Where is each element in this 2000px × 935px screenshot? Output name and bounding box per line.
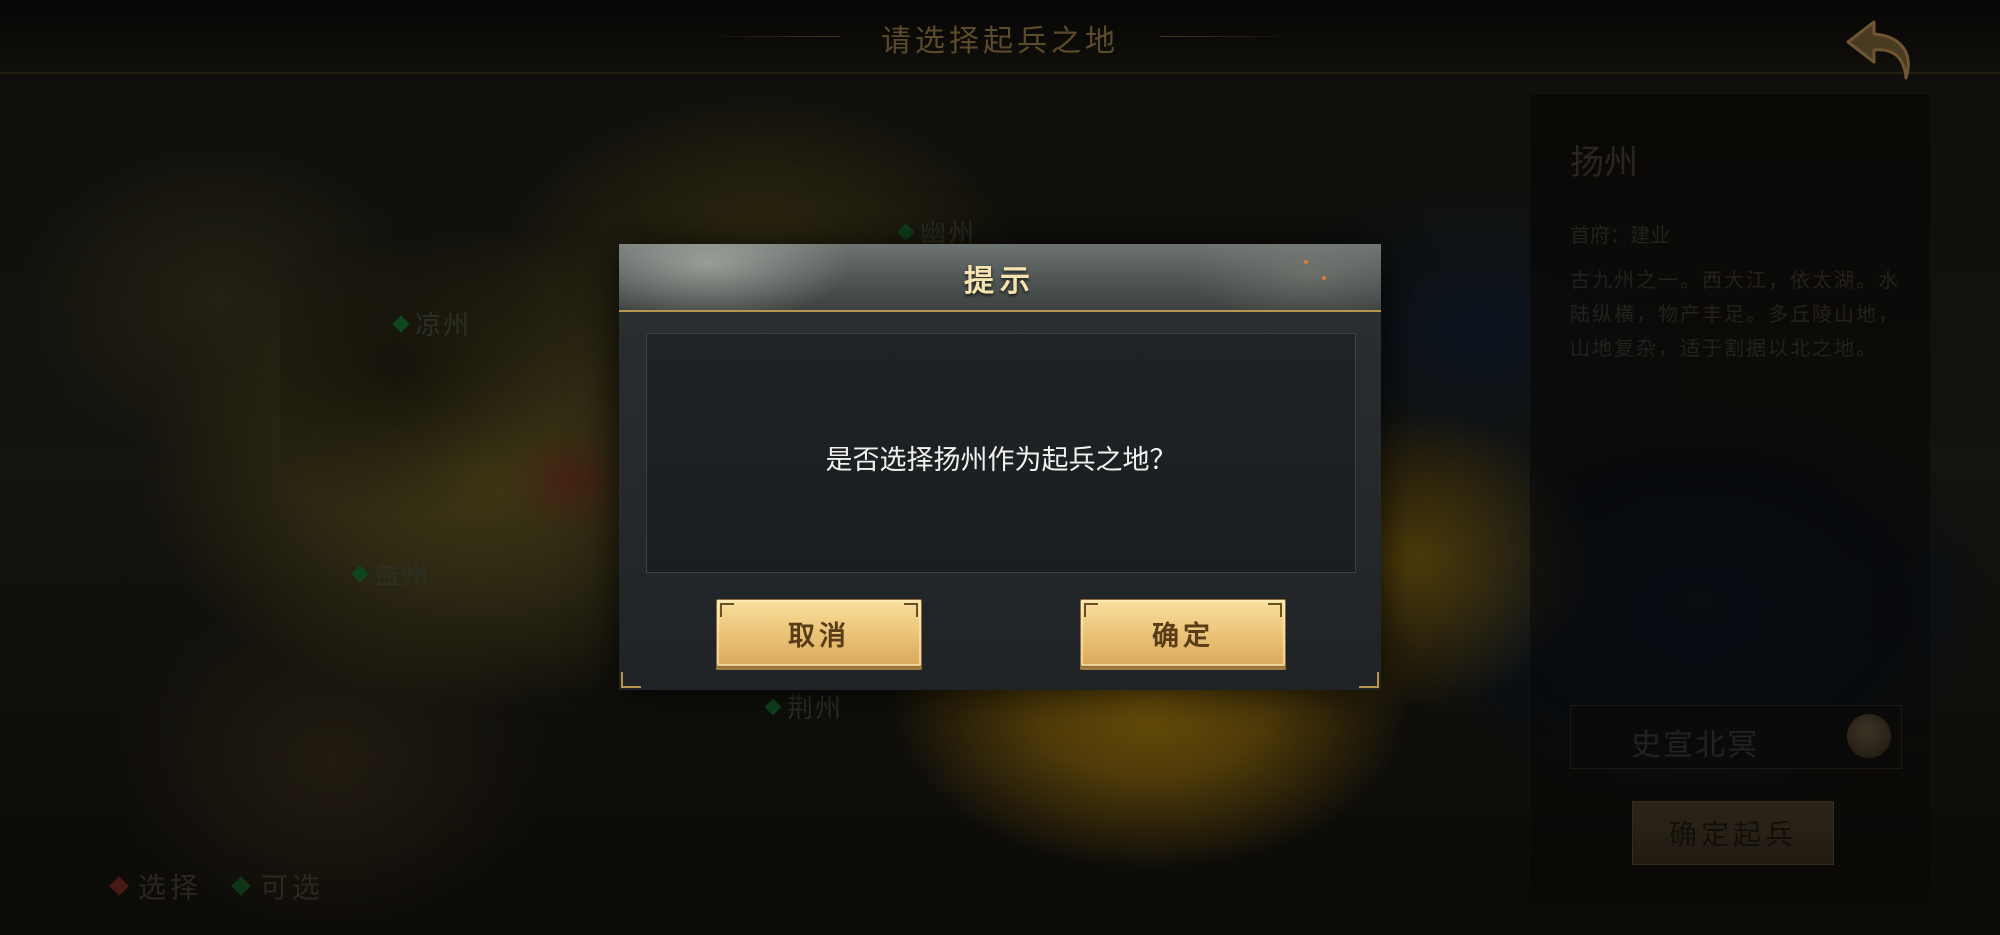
- back-arrow-icon[interactable]: [1834, 12, 1924, 92]
- top-bar: 请选择起兵之地: [0, 0, 2000, 80]
- dialog-corner-ornament: [1359, 672, 1379, 688]
- cancel-button[interactable]: 取消: [716, 599, 922, 667]
- game-screen: 幽州 凉州 益州 荆州 扬州 首府：建业 古九州之一。西大江，依太湖。水陆纵横，…: [0, 0, 2000, 935]
- confirm-button[interactable]: 确定: [1080, 599, 1286, 667]
- cancel-button-label: 取消: [788, 620, 850, 652]
- title-divider-left: [700, 36, 840, 37]
- dialog-body: 是否选择扬州作为起兵之地？: [646, 333, 1356, 573]
- dialog-header: 提示: [619, 244, 1381, 312]
- button-corner-ornament: [1084, 603, 1098, 617]
- page-title: 请选择起兵之地: [881, 24, 1119, 59]
- confirm-button-label: 确定: [1152, 620, 1214, 652]
- button-corner-ornament: [904, 603, 918, 617]
- button-corner-ornament: [1268, 603, 1282, 617]
- dialog-title: 提示: [964, 264, 1036, 299]
- ember-particle: [1322, 276, 1326, 280]
- dialog-message: 是否选择扬州作为起兵之地？: [825, 445, 1177, 476]
- button-corner-ornament: [720, 603, 734, 617]
- confirm-dialog: 提示 是否选择扬州作为起兵之地？ 取消 确定: [619, 244, 1381, 690]
- dialog-corner-ornament: [621, 672, 641, 688]
- title-divider-right: [1160, 36, 1300, 37]
- ember-particle: [1304, 260, 1308, 264]
